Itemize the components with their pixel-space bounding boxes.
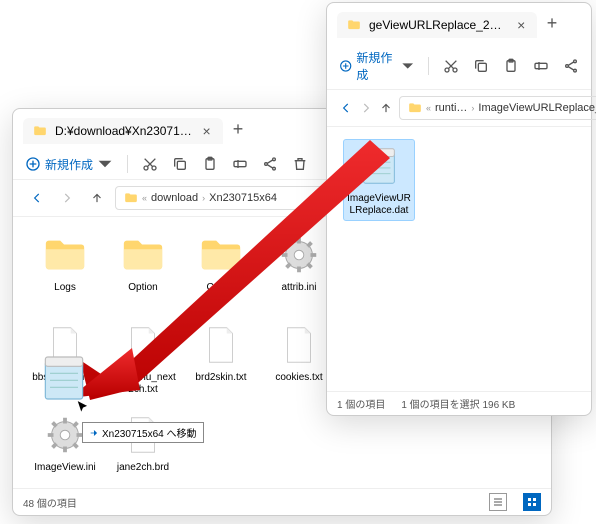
status-bar: 1 個の項目 1 個の項目を選択 196 KB <box>327 391 591 415</box>
new-tab-button[interactable]: + <box>537 8 567 38</box>
tab-title: geViewURLReplace_20230423 <box>369 18 507 32</box>
tab-title: D:¥download¥Xn230715x64 <box>55 124 192 138</box>
file-name: cookies.txt <box>275 372 322 384</box>
rename-icon[interactable] <box>533 58 549 74</box>
file-item[interactable]: Option <box>107 229 179 309</box>
item-count: 48 個の項目 <box>23 495 77 510</box>
folder-icon <box>33 124 47 138</box>
file-item[interactable]: attrib.ini <box>263 229 335 309</box>
ini-icon <box>276 232 322 278</box>
rename-icon[interactable] <box>232 156 248 172</box>
notepad-icon <box>36 350 92 406</box>
status-bar: 48 個の項目 <box>13 488 551 515</box>
up-button[interactable] <box>379 96 393 120</box>
file-item[interactable]: brd2skin.txt <box>185 319 257 399</box>
forward-button[interactable] <box>55 186 79 210</box>
folder-icon <box>120 232 166 278</box>
file-item[interactable]: ImageViewURLReplace.dat <box>343 139 415 221</box>
paste-icon[interactable] <box>202 156 218 172</box>
chevron-down-icon <box>401 58 414 74</box>
folder-icon <box>124 191 138 205</box>
paste-icon[interactable] <box>503 58 519 74</box>
file-name: brd2skin.txt <box>195 372 246 384</box>
file-name: jane2ch.brd <box>117 462 169 474</box>
address-bar: « runti…› ImageViewURLReplace_2… <box>327 90 591 127</box>
tab[interactable]: D:¥download¥Xn230715x64 × <box>23 118 223 144</box>
chevron-down-icon <box>97 156 113 172</box>
toolbar: 新規作成 <box>327 43 591 90</box>
selection-info: 1 個の項目を選択 196 KB <box>401 396 515 411</box>
folder-icon <box>347 18 361 32</box>
new-tab-button[interactable]: + <box>223 114 253 144</box>
delete-icon[interactable] <box>292 156 308 172</box>
item-count: 1 個の項目 <box>337 396 385 411</box>
breadcrumb[interactable]: « runti…› ImageViewURLReplace_2… <box>399 96 596 120</box>
file-name: bbsmenu_next2ch.txt <box>110 372 176 396</box>
forward-button[interactable] <box>359 96 373 120</box>
share-icon[interactable] <box>262 156 278 172</box>
new-button[interactable]: 新規作成 <box>339 49 414 83</box>
file-item[interactable]: cookies.txt <box>263 319 335 399</box>
new-button[interactable]: 新規作成 <box>25 156 113 173</box>
dat-icon <box>356 143 402 189</box>
copy-icon[interactable] <box>172 156 188 172</box>
back-button[interactable] <box>339 96 353 120</box>
file-name: Cache <box>207 282 236 294</box>
drag-tooltip: Xn230715x64 へ移動 <box>82 422 204 443</box>
copy-icon[interactable] <box>473 58 489 74</box>
file-name: ImageViewURLReplace.dat <box>347 193 411 217</box>
file-item[interactable]: Logs <box>29 229 101 309</box>
file-item[interactable]: jane2ch.brd <box>107 409 179 477</box>
file-item[interactable]: Cache <box>185 229 257 309</box>
file-item[interactable]: ImageView.ini <box>29 409 101 477</box>
file-item[interactable]: bbsmenu_next2ch.txt <box>107 319 179 399</box>
cut-icon[interactable] <box>443 58 459 74</box>
file-name: attrib.ini <box>281 282 316 294</box>
tab[interactable]: geViewURLReplace_20230423 × <box>337 12 537 38</box>
folder-icon <box>198 232 244 278</box>
file-icon <box>276 322 322 368</box>
view-list-button[interactable] <box>489 493 507 511</box>
share-icon[interactable] <box>563 58 579 74</box>
cursor-icon <box>76 400 90 414</box>
back-button[interactable] <box>25 186 49 210</box>
drag-ghost <box>36 350 92 406</box>
file-icon <box>120 322 166 368</box>
cut-icon[interactable] <box>142 156 158 172</box>
folder-icon <box>408 101 422 115</box>
folder-icon <box>42 232 88 278</box>
view-grid-button[interactable] <box>523 493 541 511</box>
tab-close[interactable]: × <box>515 18 527 32</box>
up-button[interactable] <box>85 186 109 210</box>
file-grid: ImageViewURLReplace.dat <box>327 127 591 391</box>
titlebar: geViewURLReplace_20230423 × + <box>327 3 591 43</box>
file-name: Logs <box>54 282 76 294</box>
file-name: Option <box>128 282 157 294</box>
file-name: ImageView.ini <box>34 462 96 474</box>
move-arrow-icon <box>89 428 99 438</box>
file-icon <box>198 322 244 368</box>
tab-close[interactable]: × <box>200 124 213 138</box>
explorer-window-b: geViewURLReplace_20230423 × + 新規作成 « run… <box>326 2 592 416</box>
